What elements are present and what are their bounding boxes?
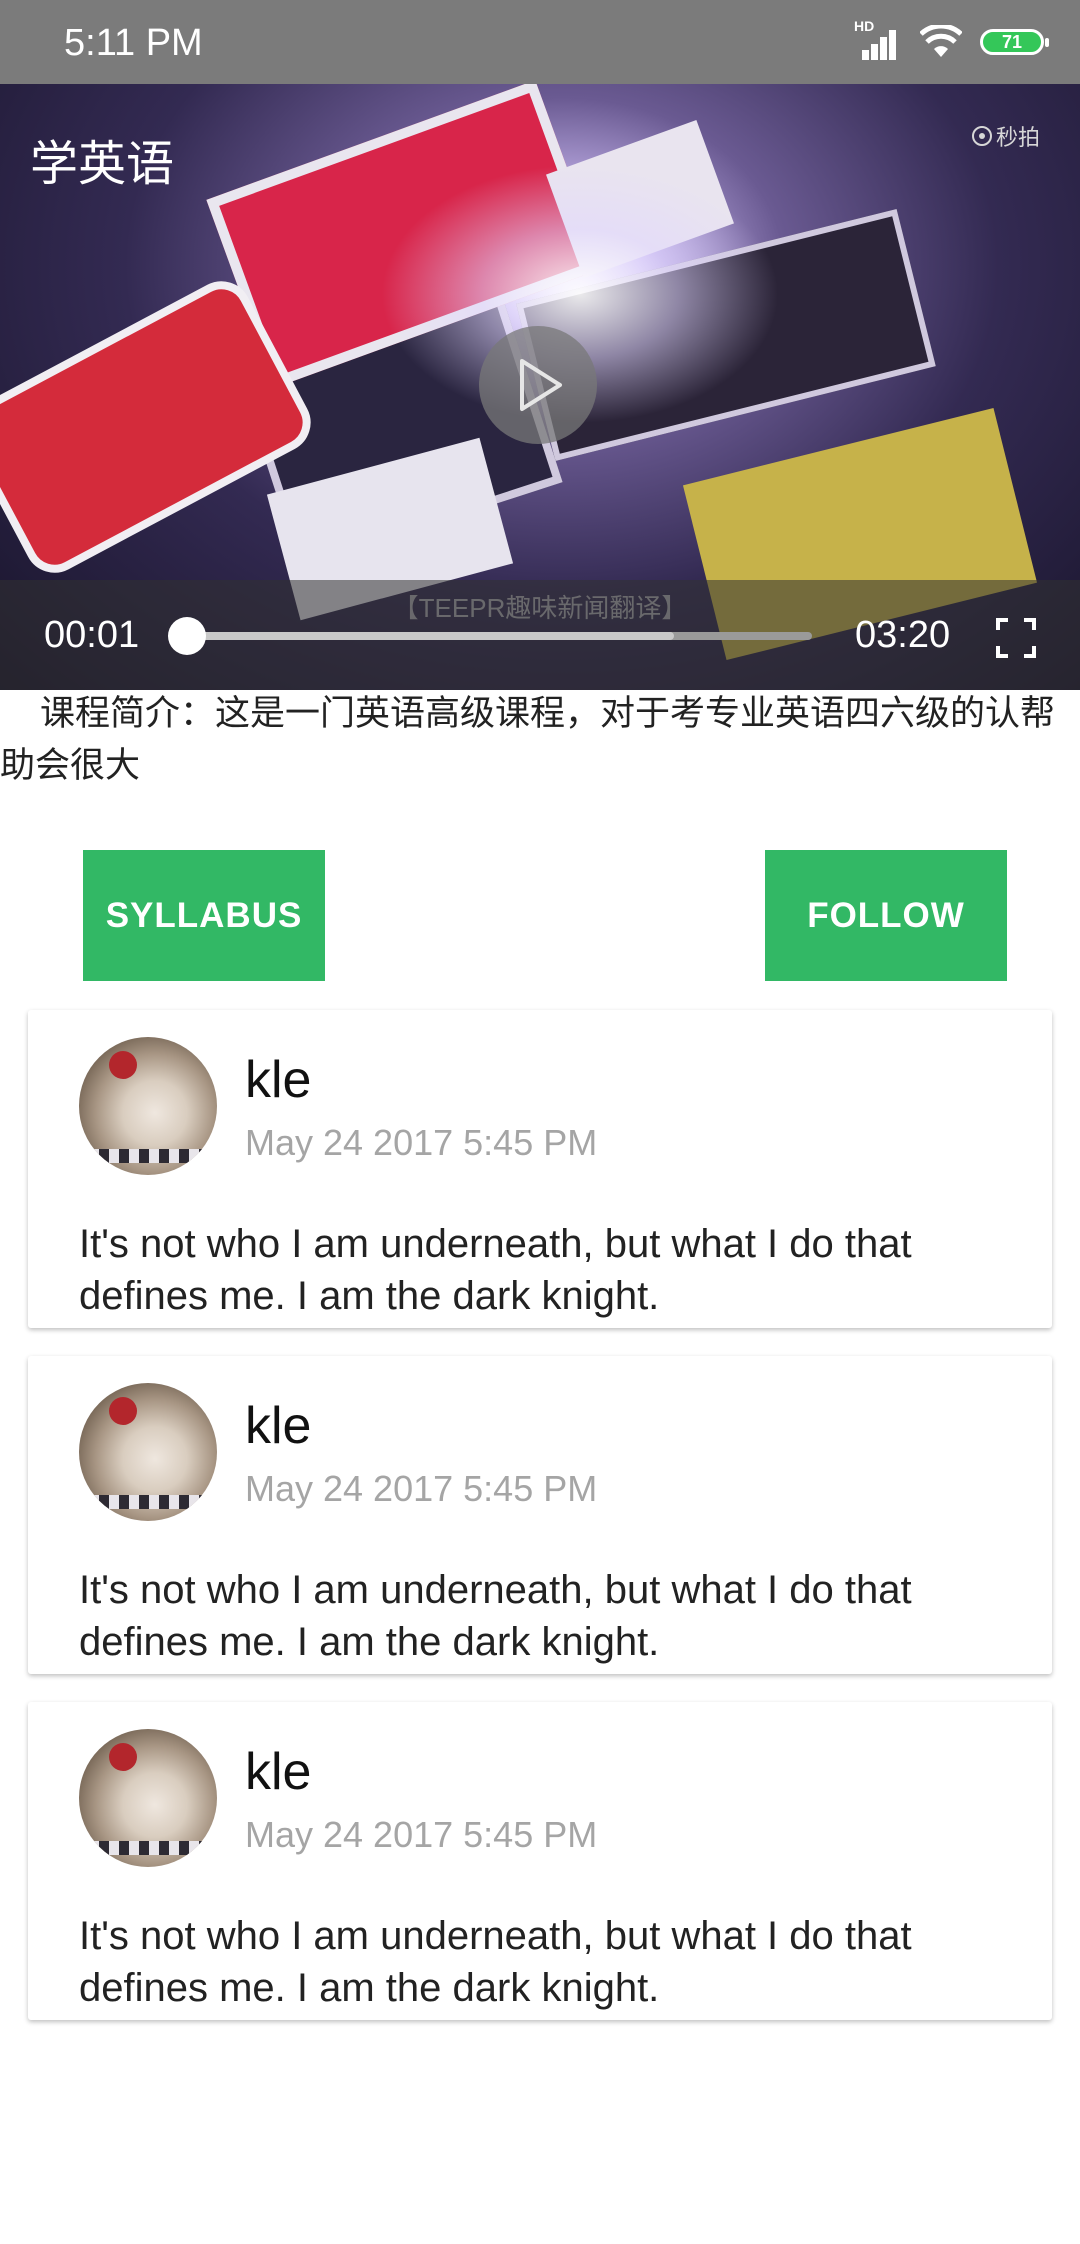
watermark-text: 秒拍 <box>995 125 1040 150</box>
total-time: 03:20 <box>855 614 951 656</box>
play-button[interactable] <box>479 326 597 444</box>
comment-date: May 24 2017 5:45 PM <box>245 1814 598 1855</box>
status-time: 5:11 PM <box>64 22 203 64</box>
wifi-icon <box>920 25 962 57</box>
buffer-indicator <box>184 632 674 640</box>
comment-card: kle May 24 2017 5:45 PM It's not who I a… <box>28 1010 1052 1328</box>
comment-card: kle May 24 2017 5:45 PM It's not who I a… <box>28 1356 1052 1674</box>
seek-thumb[interactable] <box>168 617 207 655</box>
network-label: HD <box>854 18 875 34</box>
seek-bar[interactable] <box>184 632 812 640</box>
video-title: 学英语 <box>30 138 175 191</box>
comment-author: kle <box>245 1397 312 1455</box>
play-icon <box>520 359 562 411</box>
video-watermark: 秒拍 <box>971 120 1040 152</box>
signal-icon: HD <box>854 18 902 60</box>
comment-card: kle May 24 2017 5:45 PM It's not who I a… <box>28 1702 1052 2020</box>
comment-author: kle <box>245 1051 312 1109</box>
status-icons: HD 71 <box>854 18 1049 64</box>
comment-text: It's not who I am underneath, but what I… <box>79 1568 912 1664</box>
status-bar: 5:11 PM HD 71 <box>0 0 1080 84</box>
comment-date: May 24 2017 5:45 PM <box>245 1468 598 1509</box>
avatar <box>79 1383 217 1521</box>
battery-icon: 71 <box>980 29 1049 55</box>
comment-text: It's not who I am underneath, but what I… <box>79 1222 912 1318</box>
current-time: 00:01 <box>44 614 140 656</box>
course-intro: 课程简介：这是一门英语高级课程，对于考专业英语四六级的认帮助会很大 <box>0 694 1056 786</box>
battery-level: 71 <box>1001 31 1023 52</box>
avatar <box>79 1729 217 1867</box>
avatar <box>79 1037 217 1175</box>
syllabus-button[interactable]: SYLLABUS <box>83 850 325 981</box>
camera-icon <box>971 126 992 146</box>
comment-text: It's not who I am underneath, but what I… <box>79 1914 912 2010</box>
video-controls: 【TEEPR趣味新闻翻译】 00:01 03:20 <box>0 580 1080 690</box>
follow-button[interactable]: FOLLOW <box>765 850 1007 981</box>
video-player[interactable]: 学英语 秒拍 【TEEPR趣味新闻翻译】 00:01 03:20 <box>0 84 1080 690</box>
comment-author: kle <box>245 1743 312 1801</box>
comment-date: May 24 2017 5:45 PM <box>245 1122 598 1163</box>
fullscreen-icon[interactable] <box>994 616 1038 660</box>
